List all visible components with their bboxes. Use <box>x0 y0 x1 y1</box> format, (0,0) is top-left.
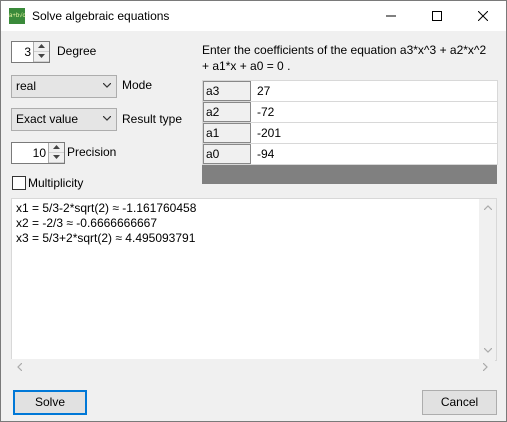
window-title: Solve algebraic equations <box>32 9 170 23</box>
spin-down-icon[interactable] <box>34 52 49 62</box>
vertical-scrollbar[interactable] <box>479 199 496 360</box>
coefficient-name: a0 <box>203 144 251 164</box>
chevron-down-icon <box>103 83 111 88</box>
coefficient-value[interactable]: -72 <box>257 105 274 119</box>
precision-stepper[interactable]: 10 <box>11 142 65 164</box>
precision-value: 10 <box>32 146 46 160</box>
degree-value: 3 <box>24 45 31 59</box>
multiplicity-checkbox[interactable] <box>12 176 26 190</box>
title-bar: a+b√c Solve algebraic equations <box>1 1 506 31</box>
result-line: x3 = 5/3+2*sqrt(2) ≈ 4.495093791 <box>16 231 196 245</box>
mode-value: real <box>16 79 37 93</box>
minimize-icon <box>386 15 396 17</box>
scroll-left-icon <box>17 363 22 371</box>
coefficient-name: a2 <box>203 102 251 122</box>
close-button[interactable] <box>460 1 506 31</box>
scroll-right-icon <box>483 363 488 371</box>
coefficient-value[interactable]: -201 <box>257 126 281 140</box>
horizontal-scrollbar[interactable] <box>11 359 495 376</box>
result-type-select[interactable]: Exact value <box>11 108 117 131</box>
degree-stepper[interactable]: 3 <box>11 41 50 63</box>
coefficient-row[interactable]: a1 -201 <box>202 122 498 144</box>
degree-label: Degree <box>57 44 97 58</box>
precision-label: Precision <box>67 145 117 159</box>
app-icon: a+b√c <box>9 8 25 24</box>
precision-spin-arrows[interactable] <box>48 143 64 163</box>
mode-label: Mode <box>122 78 153 92</box>
scroll-down-icon <box>484 348 492 353</box>
degree-spin-arrows[interactable] <box>33 42 49 62</box>
result-line: x2 = -2/3 ≈ -0.6666666667 <box>16 216 158 230</box>
spin-up-icon[interactable] <box>34 42 49 52</box>
mode-select[interactable]: real <box>11 75 117 98</box>
multiplicity-label[interactable]: Multiplicity <box>28 176 83 190</box>
scroll-up-icon <box>484 205 492 210</box>
coefficient-row[interactable]: a3 27 <box>202 80 498 102</box>
coefficient-row[interactable]: a2 -72 <box>202 101 498 123</box>
cancel-button[interactable]: Cancel <box>422 390 497 415</box>
solver-window: a+b√c Solve algebraic equations 3 Degree… <box>0 0 507 422</box>
maximize-button[interactable] <box>414 1 460 31</box>
minimize-button[interactable] <box>368 1 414 31</box>
coefficient-value[interactable]: 27 <box>257 84 270 98</box>
results-textbox[interactable]: x1 = 5/3-2*sqrt(2) ≈ -1.161760458 x2 = -… <box>11 198 497 361</box>
chevron-down-icon <box>103 116 111 121</box>
close-icon <box>478 11 488 21</box>
coefficient-value[interactable]: -94 <box>257 147 274 161</box>
instruction-line-1: Enter the coefficients of the equation a… <box>202 43 487 57</box>
solve-button[interactable]: Solve <box>13 390 87 415</box>
result-line: x1 = 5/3-2*sqrt(2) ≈ -1.161760458 <box>16 201 197 215</box>
result-type-value: Exact value <box>16 112 79 126</box>
coefficient-row[interactable]: a0 -94 <box>202 143 498 165</box>
maximize-icon <box>432 11 442 21</box>
equation-instruction: Enter the coefficients of the equation a… <box>202 42 498 74</box>
result-type-label: Result type <box>122 112 183 126</box>
coefficient-name: a3 <box>203 81 251 101</box>
spin-up-icon[interactable] <box>49 143 64 153</box>
instruction-line-2: + a1*x + a0 = 0 . <box>202 59 291 73</box>
coefficient-name: a1 <box>203 123 251 143</box>
spin-down-icon[interactable] <box>49 153 64 163</box>
grid-empty-area <box>202 165 497 184</box>
